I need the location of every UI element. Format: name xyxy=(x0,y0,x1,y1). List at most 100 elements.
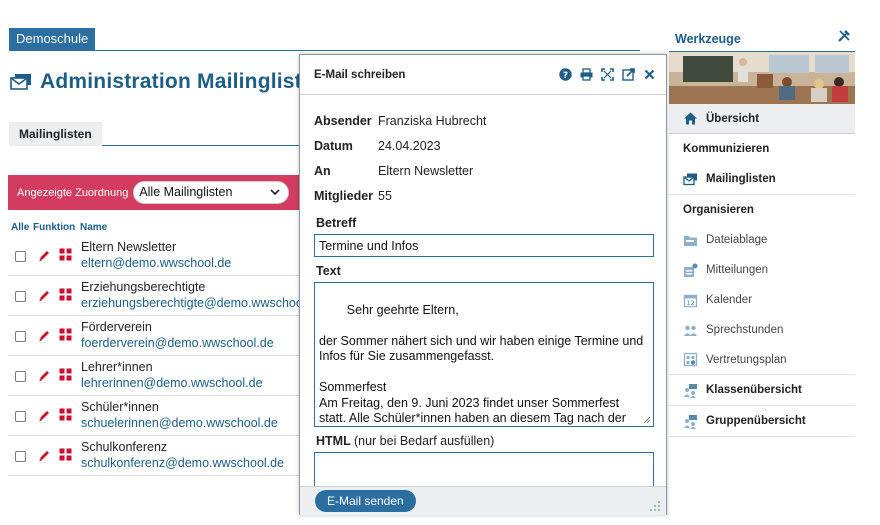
members-grid-icon[interactable] xyxy=(59,328,72,341)
home-icon xyxy=(684,112,697,125)
meta-row-date: Datum 24.04.2023 xyxy=(314,133,486,158)
table-row: Erziehungsberechtigte erziehungsberechtig… xyxy=(8,276,323,316)
body-textarea[interactable]: Sehr geehrte Eltern, der Sommer nähert s… xyxy=(314,282,654,427)
meta-row-members: Mitglieder 55 xyxy=(314,183,486,208)
classroom-image xyxy=(669,52,855,104)
group-icon xyxy=(684,414,697,429)
school-tag[interactable]: Demoschule xyxy=(9,28,96,50)
assignment-select[interactable]: Alle Mailinglisten xyxy=(133,181,290,204)
edit-pencil-icon[interactable] xyxy=(38,249,51,262)
print-icon[interactable] xyxy=(580,68,593,81)
meta-row-recipient: An Eltern Newsletter xyxy=(314,158,486,183)
row-checkbox[interactable] xyxy=(15,331,26,342)
sidebar-item-label: Kalender xyxy=(706,294,753,306)
sidebar-item-klassenuebersicht[interactable]: Klassenübersicht xyxy=(669,375,855,406)
name-column-header[interactable]: Name xyxy=(80,222,107,233)
header-divider xyxy=(9,50,640,51)
edit-pencil-icon[interactable] xyxy=(38,369,51,382)
email-meta: Absender Franziska Hubrecht Datum 24.04.… xyxy=(314,108,486,208)
tools-sidebar: Werkzeuge Übersicht Kommunizieren Mailin… xyxy=(669,26,855,437)
row-checkbox[interactable] xyxy=(15,291,26,302)
folder-icon xyxy=(684,235,697,246)
send-email-button[interactable]: E-Mail senden xyxy=(315,490,416,512)
list-email-link[interactable]: eltern@demo.wwschool.de xyxy=(81,256,231,270)
filter-label: Angezeigte Zuordnung xyxy=(17,186,129,199)
edit-pencil-icon[interactable] xyxy=(38,289,51,302)
list-email-link[interactable]: erziehungsberechtigte@demo.wwschool.de xyxy=(81,296,323,310)
html-textarea[interactable] xyxy=(314,452,654,487)
function-column-header: Funktion xyxy=(33,222,76,233)
list-name: Schüler*innen xyxy=(81,400,159,414)
help-icon[interactable]: ? xyxy=(559,68,572,81)
members-grid-icon[interactable] xyxy=(59,248,72,261)
row-checkbox[interactable] xyxy=(15,451,26,462)
sidebar-item-sprechstunden[interactable]: Sprechstunden xyxy=(669,315,855,345)
members-grid-icon[interactable] xyxy=(59,368,72,381)
html-label: HTML (nur bei Bedarf ausfüllen) xyxy=(316,434,494,448)
sidebar-item-label: Übersicht xyxy=(706,112,760,125)
table-row: Schulkonferenz schulkonferenz@demo.wwscho… xyxy=(8,436,299,476)
list-email-link[interactable]: lehrerinnen@demo.wwschool.de xyxy=(81,376,263,390)
sidebar-item-label: Mitteilungen xyxy=(706,264,769,276)
fullscreen-icon[interactable] xyxy=(601,68,614,81)
list-name: Förderverein xyxy=(81,320,152,334)
mail-stack-icon xyxy=(10,74,31,90)
tab-mailinglisten[interactable]: Mailinglisten xyxy=(9,122,102,146)
meta-key: Mitglieder xyxy=(314,188,374,203)
popout-icon[interactable] xyxy=(622,68,635,81)
sidebar-item-gruppenuebersicht[interactable]: Gruppenübersicht xyxy=(669,406,855,437)
dialog-body: Absender Franziska Hubrecht Datum 24.04.… xyxy=(300,96,666,487)
list-name: Schulkonferenz xyxy=(81,440,168,454)
resize-handle-icon[interactable] xyxy=(643,416,651,424)
sidebar-item-kalender[interactable]: 12 Kalender xyxy=(669,285,855,315)
close-icon[interactable] xyxy=(643,68,656,81)
row-checkbox[interactable] xyxy=(15,371,26,382)
dialog-header: E-Mail schreiben ? xyxy=(300,55,666,95)
meta-key: An xyxy=(314,163,331,178)
svg-text:12: 12 xyxy=(686,299,694,307)
dialog-footer: E-Mail senden xyxy=(300,486,666,515)
members-grid-icon[interactable] xyxy=(59,448,72,461)
row-checkbox[interactable] xyxy=(15,411,26,422)
table-row: Lehrer*innen lehrerinnen@demo.wwschool.de xyxy=(8,356,299,396)
html-label-text: HTML xyxy=(316,434,351,448)
list-name: Eltern Newsletter xyxy=(81,240,177,254)
table-row: Förderverein foerderverein@demo.wwschool.… xyxy=(8,316,299,356)
meta-value: Franziska Hubrecht xyxy=(378,113,487,128)
meta-value: 55 xyxy=(378,188,392,203)
dialog-title: E-Mail schreiben xyxy=(314,69,406,81)
row-checkbox[interactable] xyxy=(15,251,26,262)
edit-pencil-icon[interactable] xyxy=(38,449,51,462)
sidebar-item-dateiablage[interactable]: Dateiablage xyxy=(669,225,855,255)
text-label: Text xyxy=(316,264,341,278)
tab-bar: Mailinglisten xyxy=(9,122,299,146)
sidebar-section-organisieren: Organisieren xyxy=(683,204,754,216)
members-grid-icon[interactable] xyxy=(59,288,72,301)
chevron-down-icon xyxy=(270,189,280,196)
tools-icon[interactable] xyxy=(837,29,851,43)
sidebar-item-label: Sprechstunden xyxy=(706,324,784,336)
sidebar-item-vertretungsplan[interactable]: Vertretungsplan xyxy=(669,345,855,375)
sidebar-item-mitteilungen[interactable]: Mitteilungen xyxy=(669,255,855,285)
sidebar-item-label: Dateiablage xyxy=(706,234,768,246)
select-all-link[interactable]: Alle xyxy=(11,222,29,233)
sidebar-title: Werkzeuge xyxy=(675,32,741,46)
list-email-link[interactable]: foerderverein@demo.wwschool.de xyxy=(81,336,274,350)
list-email-link[interactable]: schulkonferenz@demo.wwschool.de xyxy=(81,456,284,470)
members-grid-icon[interactable] xyxy=(59,408,72,421)
body-text: Sehr geehrte Eltern, der Sommer nähert s… xyxy=(319,302,644,426)
sidebar-item-label: Gruppenübersicht xyxy=(706,415,806,427)
meta-value: Eltern Newsletter xyxy=(378,163,474,178)
filter-bar: Angezeigte Zuordnung Alle Mailinglisten xyxy=(8,175,299,210)
sidebar-item-mailinglisten[interactable]: Mailinglisten xyxy=(669,164,855,195)
sidebar-item-uebersicht[interactable]: Übersicht xyxy=(669,104,855,134)
meta-value: 24.04.2023 xyxy=(378,138,441,153)
list-email-link[interactable]: schuelerinnen@demo.wwschool.de xyxy=(81,416,278,430)
calendar-icon: 12 xyxy=(683,294,698,307)
subject-input[interactable]: Termine und Infos xyxy=(314,234,654,257)
resize-grip-icon[interactable] xyxy=(649,500,661,512)
edit-pencil-icon[interactable] xyxy=(38,409,51,422)
class-icon xyxy=(684,383,697,398)
sidebar-item-label: Klassenübersicht xyxy=(706,384,802,396)
edit-pencil-icon[interactable] xyxy=(38,329,51,342)
